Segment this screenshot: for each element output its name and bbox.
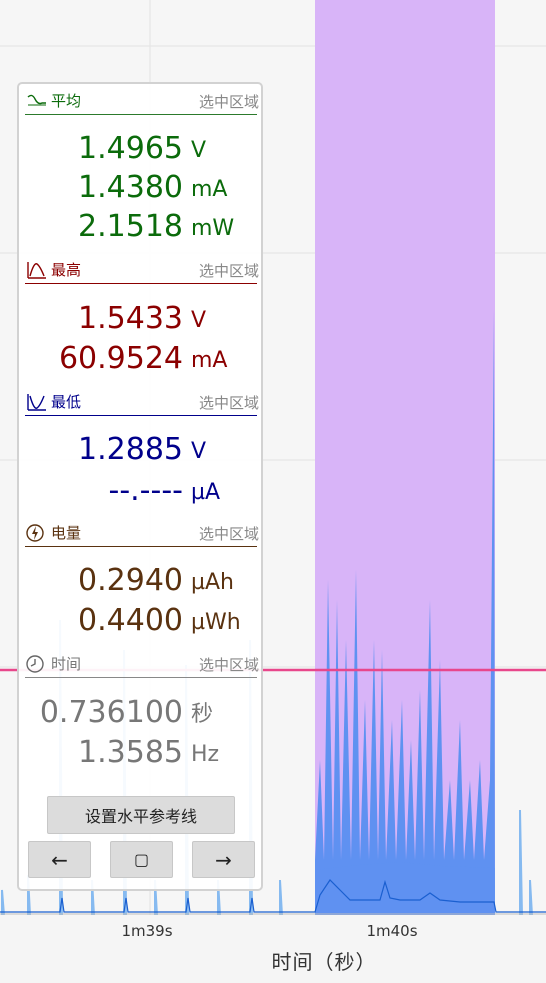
lightning-icon (26, 524, 44, 542)
clock-icon (26, 655, 44, 673)
pan-right-button[interactable]: → (192, 841, 255, 878)
time-frequency: 1.3585 Hz (78, 735, 220, 770)
fit-view-button[interactable]: ▢ (110, 841, 173, 878)
max-scope[interactable]: 选中区域 (199, 260, 259, 281)
average-current: 1.4380 mA (78, 170, 228, 205)
average-power: 2.1518 mW (78, 209, 235, 244)
energy-scope[interactable]: 选中区域 (199, 523, 259, 544)
energy-title: 电量 (51, 524, 82, 542)
max-section-header: 最高 选中区域 (25, 259, 259, 284)
energy-charge: 0.2940 µAh (78, 563, 234, 598)
time-title: 时间 (51, 655, 82, 673)
average-scope[interactable]: 选中区域 (199, 91, 259, 112)
time-section-header: 时间 选中区域 (25, 653, 259, 678)
measurement-panel: 平均 选中区域 1.4965 V 1.4380 mA 2.1518 mW 最高 选中区… (17, 82, 263, 891)
energy-section-header: 电量 选中区域 (25, 522, 259, 547)
selection-region[interactable] (315, 0, 495, 915)
pan-left-button[interactable]: ← (28, 841, 91, 878)
x-tick-label: 1m40s (366, 922, 418, 940)
average-voltage: 1.4965 V (78, 131, 207, 166)
energy-work: 0.4400 µWh (78, 603, 241, 638)
average-section-header: 平均 选中区域 (25, 90, 259, 115)
peak-icon (27, 262, 46, 279)
time-scope[interactable]: 选中区域 (199, 654, 259, 675)
min-scope[interactable]: 选中区域 (199, 392, 259, 413)
average-title: 平均 (51, 92, 82, 110)
set-reference-line-button[interactable]: 设置水平参考线 (47, 796, 235, 834)
max-current: 60.9524 mA (58, 341, 228, 376)
x-axis-title: 时间（秒） (271, 950, 377, 974)
min-title: 最低 (51, 393, 82, 411)
min-current: --.---- µA (108, 473, 221, 508)
average-wave-icon (27, 94, 46, 106)
valley-icon (27, 394, 46, 411)
time-duration: 0.736100 秒 (39, 695, 214, 730)
min-voltage: 1.2885 V (78, 432, 207, 467)
max-voltage: 1.5433 V (78, 301, 207, 336)
min-section-header: 最低 选中区域 (25, 391, 259, 416)
x-tick-label: 1m39s (121, 922, 173, 940)
max-title: 最高 (51, 261, 82, 279)
